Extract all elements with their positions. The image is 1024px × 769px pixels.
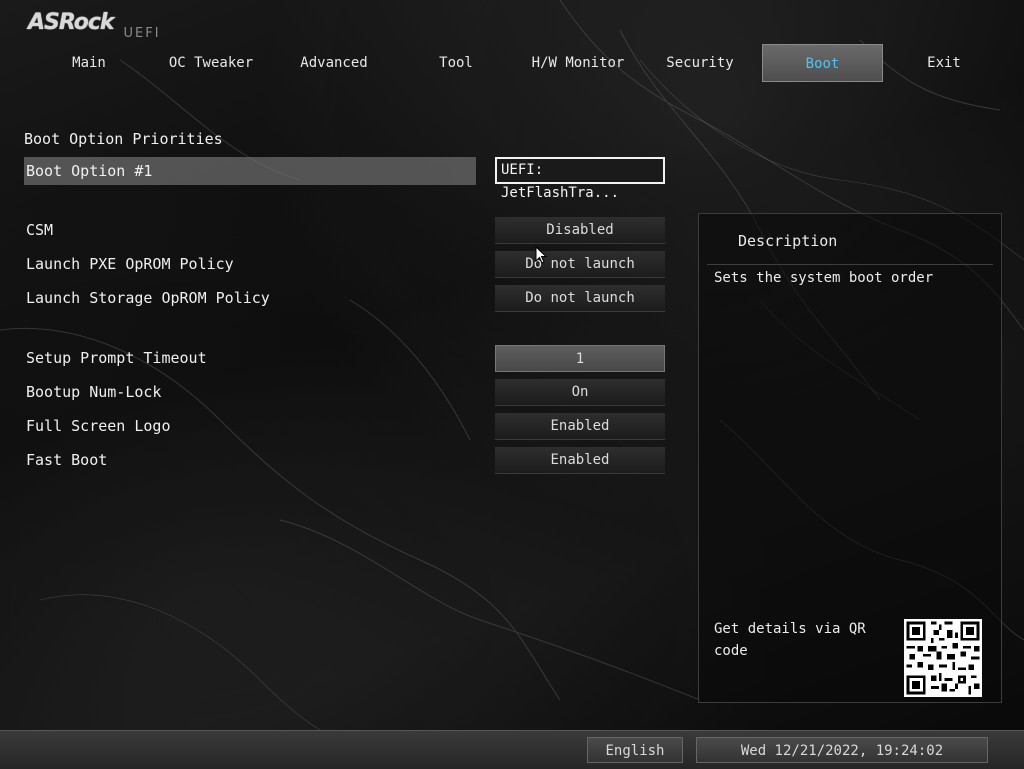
tab-boot[interactable]: Boot (762, 44, 883, 82)
tab-advanced[interactable]: Advanced (273, 44, 395, 82)
mouse-pointer-icon (535, 246, 547, 264)
full-screen-logo-label[interactable]: Full Screen Logo (26, 417, 171, 435)
csm-value[interactable]: Disabled (495, 217, 665, 244)
num-lock-value[interactable]: On (495, 379, 665, 406)
section-title: Boot Option Priorities (24, 130, 223, 148)
boot-option-1-label[interactable]: Boot Option #1 (24, 157, 476, 185)
tab-exit[interactable]: Exit (884, 44, 1004, 82)
tab-hw-monitor[interactable]: H/W Monitor (517, 44, 639, 82)
storage-oprom-label[interactable]: Launch Storage OpROM Policy (26, 289, 270, 307)
tab-main[interactable]: Main (29, 44, 149, 82)
pxe-oprom-label[interactable]: Launch PXE OpROM Policy (26, 255, 234, 273)
asrock-logo: ASRock UEFI (28, 10, 161, 41)
fast-boot-label[interactable]: Fast Boot (26, 451, 107, 469)
num-lock-label[interactable]: Bootup Num-Lock (26, 383, 161, 401)
fast-boot-value[interactable]: Enabled (495, 447, 665, 474)
tab-oc-tweaker[interactable]: OC Tweaker (151, 44, 271, 82)
boot-option-1-value[interactable]: UEFI: JetFlashTra... (495, 157, 665, 201)
setup-prompt-timeout-label[interactable]: Setup Prompt Timeout (26, 349, 207, 367)
logo-uefi: UEFI (123, 26, 161, 41)
status-bar: English Wed 12/21/2022, 19:24:02 (0, 730, 1024, 769)
pxe-oprom-value[interactable]: Do not launch (495, 251, 665, 278)
description-panel: Description Sets the system boot order G… (698, 213, 1002, 703)
tab-tool[interactable]: Tool (395, 44, 517, 82)
description-divider (707, 264, 993, 265)
language-button[interactable]: English (587, 737, 683, 763)
logo-brand: ASRock (28, 10, 115, 35)
tab-security[interactable]: Security (639, 44, 761, 82)
description-text: Sets the system boot order (714, 270, 934, 286)
date-time-display: Wed 12/21/2022, 19:24:02 (696, 737, 988, 763)
full-screen-logo-value[interactable]: Enabled (495, 413, 665, 440)
qr-code-icon (904, 619, 982, 697)
qr-hint-text: Get details via QR code (714, 621, 866, 659)
description-title: Description (738, 232, 838, 250)
csm-label[interactable]: CSM (26, 221, 53, 239)
storage-oprom-value[interactable]: Do not launch (495, 285, 665, 312)
setup-prompt-timeout-value[interactable]: 1 (495, 345, 665, 372)
